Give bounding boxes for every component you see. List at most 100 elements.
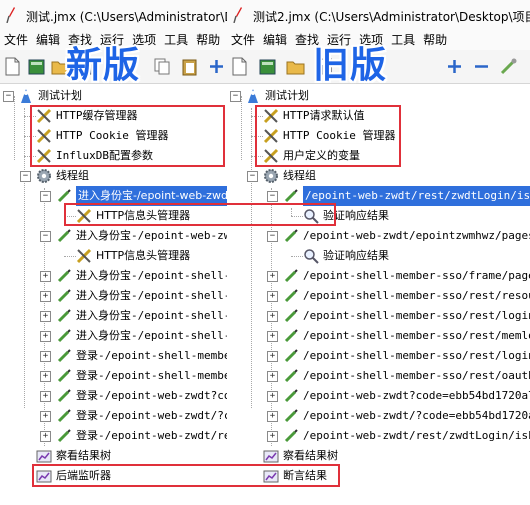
expand-toggle-icon[interactable]: + — [40, 271, 51, 282]
menu-edit[interactable]: 编辑 — [259, 30, 291, 50]
pipette-sampler-icon — [57, 309, 71, 323]
expand-toggle-icon[interactable]: + — [40, 411, 51, 422]
pipette-sampler-icon — [284, 349, 298, 363]
expand-toggle-icon[interactable]: + — [267, 391, 278, 402]
expand-toggle-icon[interactable]: + — [40, 391, 51, 402]
templates-icon[interactable] — [258, 57, 277, 76]
tree-node-label: 察看结果树 — [283, 449, 338, 462]
tree-node-label: 登录-/epoint-shell-member-s — [76, 369, 227, 382]
tree-node-label: /epoint-web-zwdt/rest/zwdtLogin/isLog — [303, 186, 530, 206]
copy-icon[interactable] — [153, 57, 172, 76]
pipette-sampler-icon — [284, 189, 298, 203]
tree-node-label: /epoint-shell-member-sso/rest/loginact — [303, 349, 530, 362]
tree-node-label: /epoint-shell-member-sso/rest/loginact — [303, 309, 530, 322]
expand-toggle-icon[interactable]: + — [267, 411, 278, 422]
pipette-sampler-icon — [284, 269, 298, 283]
pipette-sampler-icon — [57, 349, 71, 363]
gear-icon — [37, 169, 51, 183]
expand-toggle-icon[interactable]: + — [40, 291, 51, 302]
tree-node-label: 进入身份宝-/epoint-shell-me — [76, 269, 227, 282]
collapse-toggle-icon[interactable]: − — [230, 91, 241, 102]
results-tree-icon — [263, 450, 279, 463]
pipette-sampler-icon — [284, 389, 298, 403]
results-tree-icon — [36, 450, 52, 463]
tree-node-label: 察看结果树 — [56, 449, 111, 462]
tree-node-label: HTTP信息头管理器 — [96, 249, 191, 262]
left-title-bar: 测试.jmx (C:\Users\Administrator\D — [0, 0, 227, 31]
menu-help[interactable]: 帮助 — [419, 30, 451, 50]
collapse-toggle-icon[interactable]: − — [40, 231, 51, 242]
old-version-annotation: 旧版 — [313, 45, 388, 86]
tree-node-label: /epoint-web-zwdt/epointzwmhwz/pages/lo — [303, 229, 530, 242]
expand-toggle-icon[interactable]: + — [267, 371, 278, 382]
expand-toggle-icon[interactable]: + — [40, 331, 51, 342]
menu-help[interactable]: 帮助 — [192, 30, 224, 50]
menu-tools[interactable]: 工具 — [160, 30, 192, 50]
expand-toggle-icon[interactable]: + — [267, 431, 278, 442]
expand-toggle-icon[interactable]: + — [267, 311, 278, 322]
highlight-box-listener — [32, 464, 340, 487]
tree-node-label: 进入身份宝-/epoint-web-zwd — [76, 229, 227, 242]
function-helper-icon[interactable] — [499, 57, 518, 76]
expand-toggle-icon[interactable]: + — [267, 271, 278, 282]
collapse-toggle-icon[interactable]: − — [3, 91, 14, 102]
collapse-toggle-icon[interactable]: − — [20, 171, 31, 182]
new-icon[interactable] — [230, 57, 249, 76]
pipette-sampler-icon — [284, 409, 298, 423]
tree-node-label: /epoint-shell-member-sso/rest/oauth2/a — [303, 369, 530, 382]
pipette-sampler-icon — [284, 229, 298, 243]
new-icon[interactable] — [3, 57, 22, 76]
tree-node-label: /epoint-shell-member-sso/frame/pages/1 — [303, 269, 530, 282]
paste-icon[interactable] — [180, 57, 199, 76]
jmeter-feather-icon — [6, 7, 15, 23]
collapse-toggle-icon[interactable]: − — [267, 231, 278, 242]
tree-node-label: 登录-/epoint-web-zwdt/rest/ — [76, 429, 227, 442]
pipette-sampler-icon — [57, 369, 71, 383]
window-title: 测试2.jmx (C:\Users\Administrator\Desktop\… — [253, 10, 530, 24]
pipette-sampler-icon — [57, 389, 71, 403]
expand-toggle-icon[interactable]: + — [40, 431, 51, 442]
tree-node-label: 验证响应结果 — [323, 249, 389, 262]
collapse-toggle-icon[interactable]: − — [247, 171, 258, 182]
menu-file[interactable]: 文件 — [227, 30, 259, 50]
tree-node-label: 登录-/epoint-web-zwdt?code= — [76, 389, 227, 402]
tree-node-label: 进入身份宝-/epoint-shell-me — [76, 289, 227, 302]
pipette-sampler-icon — [57, 289, 71, 303]
expand-toggle-icon[interactable]: + — [267, 331, 278, 342]
expand-toggle-icon[interactable]: + — [40, 371, 51, 382]
menu-file[interactable]: 文件 — [0, 30, 32, 50]
expand-toggle-icon[interactable]: + — [267, 291, 278, 302]
expand-toggle-icon[interactable]: + — [40, 351, 51, 362]
menu-edit[interactable]: 编辑 — [32, 30, 64, 50]
pipette-sampler-icon — [57, 189, 71, 203]
add-icon[interactable] — [445, 57, 464, 76]
menu-tools[interactable]: 工具 — [387, 30, 419, 50]
tree-node-label: /epoint-shell-member-sso/rest/memlogin — [303, 329, 530, 342]
magnifier-assertion-icon — [304, 249, 319, 264]
pipette-sampler-icon — [284, 369, 298, 383]
pipette-sampler-icon — [57, 229, 71, 243]
tree-node-label: 线程组 — [56, 169, 89, 182]
templates-icon[interactable] — [27, 57, 46, 76]
pipette-sampler-icon — [57, 429, 71, 443]
tree-node-label: 登录-/epoint-web-zwdt/?code — [76, 409, 227, 422]
pipette-sampler-icon — [284, 329, 298, 343]
highlight-box-config-left — [30, 105, 225, 167]
tree-node-label: /epoint-web-zwdt?code=ebb54bd1720a77f — [303, 389, 530, 402]
remove-icon[interactable] — [472, 57, 491, 76]
gear-icon — [264, 169, 278, 183]
add-icon[interactable] — [207, 57, 226, 76]
expand-toggle-icon[interactable]: + — [40, 311, 51, 322]
open-icon[interactable] — [286, 57, 305, 76]
tree-node-label: 进入身份宝-/epoint-shell-me — [76, 309, 227, 322]
right-title-bar: 测试2.jmx (C:\Users\Administrator\Desktop\… — [227, 0, 530, 31]
tree-node-label: 进入身份宝-/epoint-shell-me — [76, 329, 227, 342]
wrench-scissors-icon — [76, 248, 92, 264]
pipette-sampler-icon — [284, 289, 298, 303]
window-title: 测试.jmx (C:\Users\Administrator\D — [26, 10, 227, 24]
collapse-toggle-icon[interactable]: − — [40, 191, 51, 202]
tree-node-label: /epoint-web-zwdt/rest/zwdtLogin/isLogi — [303, 429, 530, 442]
collapse-toggle-icon[interactable]: − — [267, 191, 278, 202]
pipette-sampler-icon — [284, 309, 298, 323]
expand-toggle-icon[interactable]: + — [267, 351, 278, 362]
